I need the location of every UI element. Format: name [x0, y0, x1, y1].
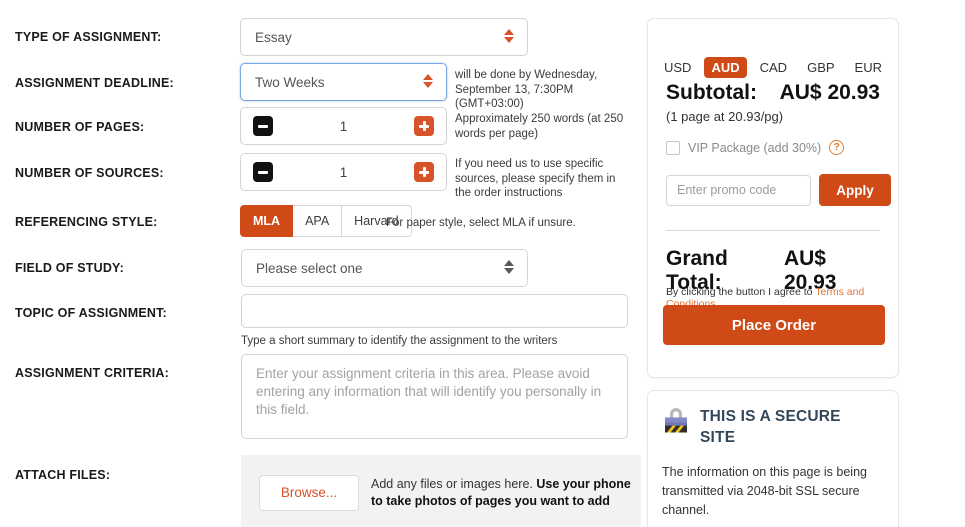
- subtotal-label: Subtotal:: [666, 81, 757, 104]
- terms-prefix: By clicking the button I agree to: [666, 286, 816, 298]
- plus-icon[interactable]: [414, 116, 434, 136]
- label-assignment-criteria: ASSIGNMENT CRITERIA:: [15, 366, 169, 380]
- label-field-of-study: FIELD OF STUDY:: [15, 261, 125, 275]
- promo-code-row: Apply: [666, 174, 891, 206]
- place-order-button[interactable]: Place Order: [663, 305, 885, 345]
- label-assignment-deadline: ASSIGNMENT DEADLINE:: [15, 76, 174, 90]
- hint-number-of-sources: If you need us to use specific sources, …: [455, 158, 616, 199]
- assignment-criteria-textarea[interactable]: [241, 354, 628, 439]
- apply-promo-button[interactable]: Apply: [819, 174, 891, 206]
- hint-number-of-pages: Approximately 250 words (at 250 words pe…: [455, 113, 624, 140]
- referencing-style-option-apa[interactable]: APA: [293, 205, 343, 237]
- secure-site-title: THIS IS A SECURE SITE: [700, 408, 841, 446]
- currency-option-cad[interactable]: CAD: [753, 57, 794, 78]
- stepper-number-of-pages-value: 1: [339, 118, 348, 134]
- currency-selector: USD AUD CAD GBP EUR: [648, 57, 898, 78]
- chevron-updown-icon: [423, 74, 434, 90]
- label-type-of-assignment: TYPE OF ASSIGNMENT:: [15, 30, 162, 44]
- vip-package-row: VIP Package (add 30%) ?: [666, 140, 845, 155]
- hint-referencing-style: For paper style, select MLA if unsure.: [386, 217, 576, 229]
- plus-icon[interactable]: [414, 162, 434, 182]
- vip-package-checkbox[interactable]: [666, 140, 680, 155]
- hint-assignment-deadline: will be done by Wednesday, September 13,…: [455, 69, 598, 110]
- subtotal-note: (1 page at 20.93/pg): [666, 109, 784, 124]
- secure-site-panel: THIS IS A SECURE SITE The information on…: [647, 390, 899, 527]
- referencing-style-option-mla[interactable]: MLA: [240, 205, 294, 237]
- currency-option-eur[interactable]: EUR: [848, 57, 889, 78]
- topic-of-assignment-input[interactable]: [241, 294, 628, 328]
- label-number-of-pages: NUMBER OF PAGES:: [15, 120, 145, 134]
- subtotal-amount: AU$ 20.93: [779, 81, 880, 104]
- select-type-of-assignment-value: Essay: [255, 29, 292, 45]
- hint-topic-of-assignment: Type a short summary to identify the ass…: [241, 335, 558, 347]
- stepper-number-of-sources-value: 1: [339, 164, 348, 180]
- attach-files-hint-normal: Add any files or images here.: [371, 476, 537, 491]
- select-type-of-assignment[interactable]: Essay: [240, 18, 528, 56]
- label-number-of-sources: NUMBER OF SOURCES:: [15, 166, 164, 180]
- attach-files-dropzone[interactable]: Browse... Add any files or images here. …: [241, 455, 641, 527]
- currency-option-usd[interactable]: USD: [657, 57, 698, 78]
- minus-icon[interactable]: [253, 162, 273, 182]
- summary-divider: [666, 230, 880, 231]
- select-assignment-deadline[interactable]: Two Weeks: [240, 63, 447, 101]
- padlock-icon: [665, 408, 687, 433]
- attach-files-hint: Add any files or images here. Use your p…: [371, 476, 641, 510]
- order-form-column: TYPE OF ASSIGNMENT: Essay ASSIGNMENT DEA…: [0, 0, 641, 527]
- currency-option-gbp[interactable]: GBP: [800, 57, 841, 78]
- minus-icon[interactable]: [253, 116, 273, 136]
- order-summary-panel: USD AUD CAD GBP EUR Subtotal: AU$ 20.93 …: [647, 18, 899, 378]
- currency-option-aud[interactable]: AUD: [704, 57, 747, 78]
- label-topic-of-assignment: TOPIC OF ASSIGNMENT:: [15, 306, 167, 320]
- browse-button[interactable]: Browse...: [259, 474, 359, 511]
- stepper-number-of-sources[interactable]: 1: [240, 153, 447, 191]
- select-field-of-study-value: Please select one: [256, 260, 363, 276]
- chevron-updown-icon: [504, 260, 515, 276]
- subtotal-row: Subtotal: AU$ 20.93: [666, 81, 880, 105]
- stepper-number-of-pages[interactable]: 1: [240, 107, 447, 145]
- vip-package-label: VIP Package (add 30%): [688, 140, 822, 155]
- order-form-page: TYPE OF ASSIGNMENT: Essay ASSIGNMENT DEA…: [0, 0, 965, 527]
- label-attach-files: ATTACH FILES:: [15, 468, 111, 482]
- question-circle-icon[interactable]: ?: [829, 140, 845, 155]
- promo-code-input[interactable]: [666, 174, 811, 206]
- chevron-updown-icon: [504, 29, 515, 45]
- label-referencing-style: REFERENCING STYLE:: [15, 215, 158, 229]
- select-assignment-deadline-value: Two Weeks: [255, 74, 325, 90]
- select-field-of-study[interactable]: Please select one: [241, 249, 528, 287]
- secure-site-body: The information on this page is being tr…: [662, 465, 867, 517]
